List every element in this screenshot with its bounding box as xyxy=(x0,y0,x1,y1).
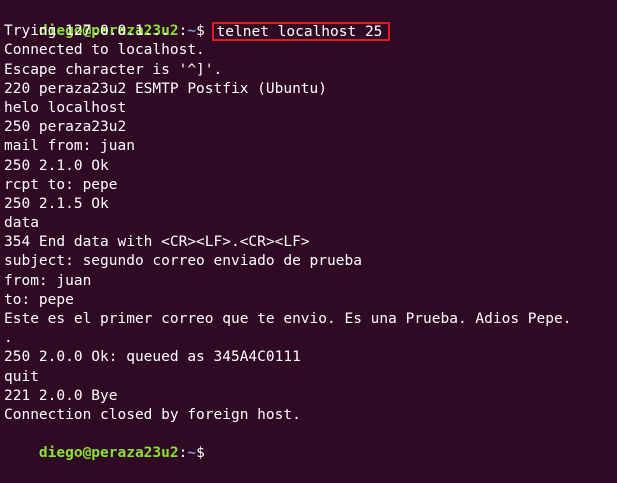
output-line: mail from: juan xyxy=(4,138,135,155)
prompt-user-host: diego@peraza23u2 xyxy=(38,445,179,462)
active-prompt-line[interactable]: diego@peraza23u2:~$ xyxy=(4,425,617,461)
output-line: subject: segundo correo enviado de prueb… xyxy=(4,253,362,270)
highlighted-command: telnet localhost 25 xyxy=(211,22,391,42)
output-line: . xyxy=(4,330,13,347)
output-line: 250 2.1.0 Ok xyxy=(4,157,109,174)
output-line: 221 2.0.0 Bye xyxy=(4,387,118,404)
output-line: Escape character is '^]'. xyxy=(4,61,223,78)
output-line: from: juan xyxy=(4,272,92,289)
prompt-path: ~ xyxy=(187,445,197,462)
output-line: 250 2.0.0 Ok: queued as 345A4C0111 xyxy=(4,349,301,366)
output-line: helo localhost xyxy=(4,99,127,116)
output-line: 220 peraza23u2 ESMTP Postfix (Ubuntu) xyxy=(4,80,328,97)
output-line: 250 2.1.5 Ok xyxy=(4,195,109,212)
prompt-symbol: $ xyxy=(196,445,214,462)
output-line: Este es el primer correo que te envio. E… xyxy=(4,311,572,327)
output-line: rcpt to: pepe xyxy=(4,176,118,193)
output-line: 250 peraza23u2 xyxy=(4,119,127,136)
prompt-path: ~ xyxy=(187,23,197,40)
output-line: Connection closed by foreign host. xyxy=(4,406,301,423)
output-line: to: pepe xyxy=(4,291,74,308)
output-line: quit xyxy=(4,368,39,385)
terminal-window[interactable]: diego@peraza23u2:~$ telnet localhost 25 … xyxy=(0,0,617,461)
output-line: data xyxy=(4,215,39,232)
cursor xyxy=(214,446,222,461)
output-line: Connected to localhost. xyxy=(4,42,205,59)
output-line: 354 End data with <CR><LF>.<CR><LF> xyxy=(4,234,310,251)
prompt-separator: : xyxy=(178,445,188,462)
command-line: diego@peraza23u2:~$ telnet localhost 25 xyxy=(4,3,617,42)
